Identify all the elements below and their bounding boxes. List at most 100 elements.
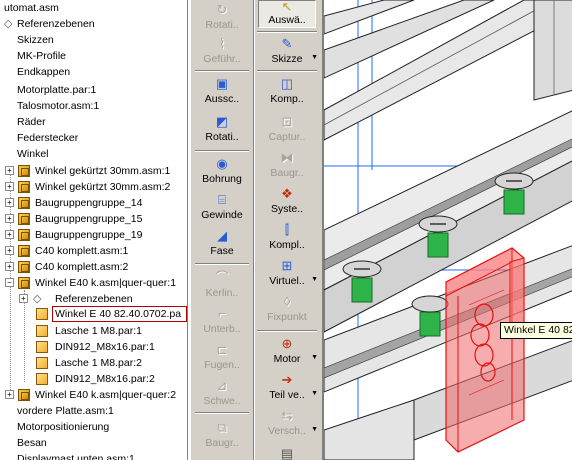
system-button[interactable]: ❖ Syste..	[258, 186, 316, 215]
weld-button[interactable]: ⊿ Schwe..	[193, 378, 251, 407]
3d-viewport[interactable]	[322, 0, 572, 460]
tree-item-motor-plate[interactable]: Motorplatte.par:1	[0, 82, 187, 98]
expand-icon[interactable]: +	[5, 214, 14, 223]
tree-item-motor-positioning[interactable]: Motorpositionierung	[0, 419, 187, 435]
tree-item-label: Winkel E 40 82.40.0702.pa	[52, 306, 187, 322]
dropdown-arrow-icon[interactable]: ▼	[311, 276, 318, 283]
tree-item-mk-profile[interactable]: MK-Profile	[0, 48, 187, 64]
tree-item-part[interactable]: Lasche 1 M8.par:1	[0, 323, 187, 339]
part-icon	[36, 357, 48, 369]
cad-model[interactable]	[324, 0, 572, 460]
dropdown-arrow-icon[interactable]: ▼	[311, 426, 318, 433]
thread-button[interactable]: ⌸ Gewinde	[193, 192, 251, 221]
button-label: Schwe..	[203, 395, 241, 407]
tree-item-assembly-expanded[interactable]: − Winkel E40 k.asm|quer-quer:1	[0, 275, 187, 291]
button-label: Gewinde	[201, 209, 243, 221]
tree-item-assembly[interactable]: + Winkel gekürtzt 30mm.asm:1	[0, 163, 187, 179]
guided-button[interactable]: ⌇ Geführ..	[193, 36, 251, 65]
tree-item-part[interactable]: Lasche 1 M8.par:2	[0, 355, 187, 371]
part-icon	[36, 325, 48, 337]
tree-item-label: Winkel gekürtzt 30mm.asm:2	[35, 181, 171, 193]
rotate-icon: ◩	[215, 114, 229, 129]
dropdown-arrow-icon[interactable]: ▼	[311, 354, 318, 361]
reference-planes-icon: ◇	[33, 293, 42, 305]
component-button[interactable]: ◫ Komp..	[258, 76, 316, 105]
tree-item-sketches[interactable]: Skizzen	[0, 32, 187, 48]
dropdown-arrow-icon[interactable]: ▼	[311, 390, 318, 397]
tree-item-assembly[interactable]: + C40 komplett.asm:1	[0, 243, 187, 259]
motor-icon: ⊕	[281, 336, 293, 351]
part-icon	[36, 341, 48, 353]
kerlin-button[interactable]: ⌒ Kerlin..	[193, 270, 251, 299]
tree-item-label: Lasche 1 M8.par:1	[55, 325, 142, 337]
button-label: Virtuel..	[269, 275, 305, 287]
part-icon	[36, 308, 48, 320]
expand-icon[interactable]: +	[5, 198, 14, 207]
assembly-right-button[interactable]: ⧓ Baugr..	[258, 150, 316, 179]
virtual-button[interactable]: ⊞ Virtuel.. ▼	[258, 258, 318, 287]
toolbar-separator	[195, 150, 249, 152]
expand-icon[interactable]: +	[5, 390, 14, 399]
chamfer-button[interactable]: ◢ Fase	[193, 228, 251, 257]
collapse-icon[interactable]: −	[5, 278, 14, 287]
assembly-icon	[18, 389, 30, 401]
tree-item-assembly[interactable]: + Winkel E40 k.asm|quer-quer:2	[0, 387, 187, 403]
revolved-cutout-button[interactable]: ◩ Rotati..	[193, 114, 251, 143]
tree-item-assembly[interactable]: + Winkel gekürtzt 30mm.asm:2	[0, 179, 187, 195]
capture-button[interactable]: ⊡ Captur..	[258, 114, 316, 143]
profile-post	[533, 0, 572, 101]
assembly-button[interactable]: ⧉ Baugr..	[193, 420, 251, 449]
toolbar-separator	[195, 412, 249, 414]
fixpoint-button[interactable]: ◊ Fixpunkt	[258, 294, 316, 323]
tree-item-assembly[interactable]: + Baugruppengruppe_15	[0, 211, 187, 227]
move-button[interactable]: ⇆ Versch.. ▼	[258, 408, 318, 437]
tree-item-assembly[interactable]: + Baugruppengruppe_19	[0, 227, 187, 243]
select-button[interactable]: ↖ Auswä..	[258, 0, 316, 28]
tree-item-talos-motor[interactable]: Talosmotor.asm:1	[0, 98, 187, 114]
curve-icon: ⌒	[215, 270, 229, 285]
tree-item-besan[interactable]: Besan	[0, 435, 187, 451]
tree-item-assembly[interactable]: + C40 komplett.asm:2	[0, 259, 187, 275]
tree-item-front-plate[interactable]: vordere Platte.asm:1	[0, 403, 187, 419]
interrupt-button[interactable]: ⌐ Unterb..	[193, 306, 251, 335]
tree-item-selected-part[interactable]: Winkel E 40 82.40.0702.pa	[0, 306, 187, 322]
feature-tree[interactable]: utomat.asm ◇ Referenzebenen Skizzen MK-P…	[0, 0, 188, 460]
tree-item-reference-planes[interactable]: ◇ Referenzebenen	[0, 16, 187, 32]
motor-button[interactable]: ⊕ Motor ▼	[258, 336, 318, 365]
hole-button[interactable]: ◉ Bohrung	[193, 156, 251, 185]
tree-item-reference-planes[interactable]: + ◇ Referenzebenen	[0, 291, 187, 307]
tree-item-end-caps[interactable]: Endkappen	[0, 64, 187, 80]
interrupt-icon: ⌐	[218, 306, 226, 321]
part-move-button[interactable]: ➔ Teil ve.. ▼	[258, 372, 318, 401]
expand-icon[interactable]: +	[19, 294, 28, 303]
tree-item-spring-pin[interactable]: Federstecker	[0, 130, 187, 146]
tree-item-part[interactable]: DIN912_M8x16.par:1	[0, 339, 187, 355]
sketch-button[interactable]: ✎ Skizze ▼	[258, 36, 318, 65]
expand-icon[interactable]: +	[5, 262, 14, 271]
tree-item-wheels[interactable]: Räder	[0, 114, 187, 130]
tree-item-display-mast[interactable]: Displaymast unten.asm:1	[0, 451, 187, 460]
assembly-icon	[18, 229, 30, 241]
expand-icon[interactable]: +	[5, 166, 14, 175]
virtual-icon: ⊞	[281, 258, 293, 273]
tree-item-label: Lasche 1 M8.par:2	[55, 357, 142, 369]
button-label: Kompl..	[269, 239, 305, 251]
tree-item-label: Motorplatte.par:1	[17, 84, 97, 96]
expand-icon[interactable]: +	[5, 246, 14, 255]
revolve-button[interactable]: ↻ Rotati..	[193, 2, 251, 31]
extra-button[interactable]: ▤	[258, 446, 316, 460]
component-icon: ◫	[280, 76, 294, 91]
expand-icon[interactable]: +	[5, 230, 14, 239]
tree-item-root[interactable]: utomat.asm	[0, 0, 187, 16]
hole-icon: ◉	[216, 156, 228, 171]
cutout-button[interactable]: ▣ Aussc..	[193, 76, 251, 105]
tree-item-assembly[interactable]: + Baugruppengruppe_14	[0, 195, 187, 211]
expand-icon[interactable]: +	[5, 182, 14, 191]
selected-angle-part[interactable]	[445, 247, 525, 453]
toolbar-separator	[195, 70, 249, 72]
tree-item-part[interactable]: DIN912_M8x16.par:2	[0, 371, 187, 387]
dropdown-arrow-icon[interactable]: ▼	[311, 54, 318, 61]
tree-item-angle-group[interactable]: Winkel	[0, 146, 187, 162]
complete-button[interactable]: ⫿ Kompl..	[258, 222, 316, 251]
joint-button[interactable]: ⊏ Fugen..	[193, 342, 251, 371]
